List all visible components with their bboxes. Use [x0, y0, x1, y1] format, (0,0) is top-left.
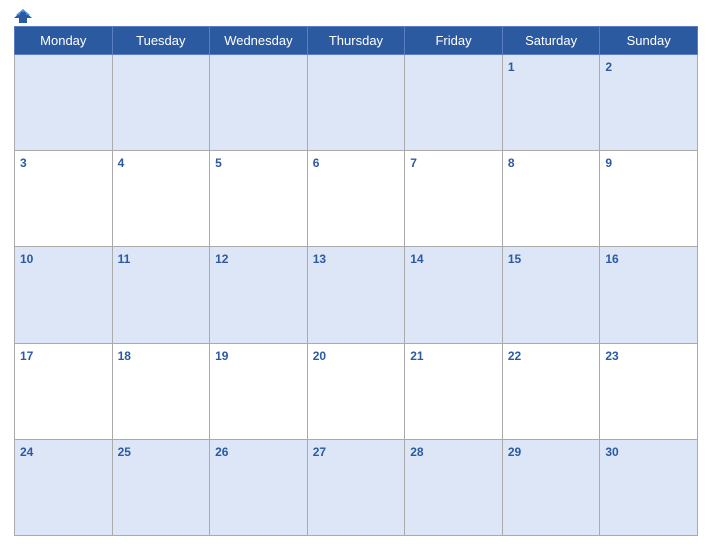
calendar-cell: 29	[502, 439, 600, 535]
col-header-wednesday: Wednesday	[210, 27, 308, 55]
calendar-cell: 19	[210, 343, 308, 439]
day-number: 5	[215, 156, 222, 170]
day-number: 11	[118, 252, 131, 266]
calendar-cell: 4	[112, 151, 210, 247]
calendar-cell: 26	[210, 439, 308, 535]
day-number: 2	[605, 60, 612, 74]
calendar-cell: 2	[600, 55, 698, 151]
day-number: 26	[215, 445, 228, 459]
calendar-cell: 23	[600, 343, 698, 439]
calendar-cell: 8	[502, 151, 600, 247]
calendar-header	[14, 10, 698, 20]
day-number: 22	[508, 349, 521, 363]
calendar-cell	[307, 55, 405, 151]
calendar-header-row: MondayTuesdayWednesdayThursdayFridaySatu…	[15, 27, 698, 55]
calendar-cell: 3	[15, 151, 113, 247]
day-number: 25	[118, 445, 131, 459]
day-number: 23	[605, 349, 618, 363]
day-number: 30	[605, 445, 618, 459]
col-header-saturday: Saturday	[502, 27, 600, 55]
day-number: 29	[508, 445, 521, 459]
calendar-week-row: 10 11 12 13 14 15 16	[15, 247, 698, 343]
calendar-cell: 1	[502, 55, 600, 151]
calendar-cell: 5	[210, 151, 308, 247]
calendar-cell	[15, 55, 113, 151]
calendar-week-row: 12	[15, 55, 698, 151]
calendar-cell: 24	[15, 439, 113, 535]
day-number: 19	[215, 349, 228, 363]
calendar-cell	[405, 55, 503, 151]
day-number: 18	[118, 349, 131, 363]
calendar-cell: 17	[15, 343, 113, 439]
calendar-cell: 10	[15, 247, 113, 343]
day-number: 7	[410, 156, 417, 170]
calendar-cell: 18	[112, 343, 210, 439]
day-number: 10	[20, 252, 33, 266]
day-number: 21	[410, 349, 423, 363]
calendar-cell: 20	[307, 343, 405, 439]
calendar-cell: 14	[405, 247, 503, 343]
calendar-cell	[210, 55, 308, 151]
day-number: 3	[20, 156, 27, 170]
day-number: 9	[605, 156, 612, 170]
calendar-table: MondayTuesdayWednesdayThursdayFridaySatu…	[14, 26, 698, 536]
day-number: 27	[313, 445, 326, 459]
calendar-cell: 12	[210, 247, 308, 343]
calendar-cell: 27	[307, 439, 405, 535]
calendar-cell: 7	[405, 151, 503, 247]
calendar-week-row: 3 4 5 6 7 8 9	[15, 151, 698, 247]
calendar-cell: 9	[600, 151, 698, 247]
day-number: 8	[508, 156, 515, 170]
calendar-cell: 21	[405, 343, 503, 439]
day-number: 12	[215, 252, 228, 266]
day-number: 13	[313, 252, 326, 266]
col-header-tuesday: Tuesday	[112, 27, 210, 55]
day-number: 1	[508, 60, 515, 74]
calendar-cell: 15	[502, 247, 600, 343]
calendar-week-row: 24 25 26 27 28 29 30	[15, 439, 698, 535]
calendar-cell: 25	[112, 439, 210, 535]
logo	[14, 8, 34, 24]
day-number: 14	[410, 252, 423, 266]
calendar-cell: 28	[405, 439, 503, 535]
day-number: 6	[313, 156, 320, 170]
calendar-cell: 22	[502, 343, 600, 439]
day-number: 16	[605, 252, 618, 266]
calendar-week-row: 17 18 19 20 21 22 23	[15, 343, 698, 439]
col-header-sunday: Sunday	[600, 27, 698, 55]
col-header-monday: Monday	[15, 27, 113, 55]
day-number: 15	[508, 252, 521, 266]
day-number: 24	[20, 445, 33, 459]
logo-bird-icon	[14, 8, 32, 24]
day-number: 17	[20, 349, 33, 363]
calendar-cell: 30	[600, 439, 698, 535]
calendar-cell: 11	[112, 247, 210, 343]
calendar-cell	[112, 55, 210, 151]
calendar-cell: 16	[600, 247, 698, 343]
col-header-friday: Friday	[405, 27, 503, 55]
calendar-cell: 13	[307, 247, 405, 343]
day-number: 28	[410, 445, 423, 459]
day-number: 4	[118, 156, 125, 170]
col-header-thursday: Thursday	[307, 27, 405, 55]
day-number: 20	[313, 349, 326, 363]
logo-blue-text	[14, 8, 34, 24]
calendar-cell: 6	[307, 151, 405, 247]
